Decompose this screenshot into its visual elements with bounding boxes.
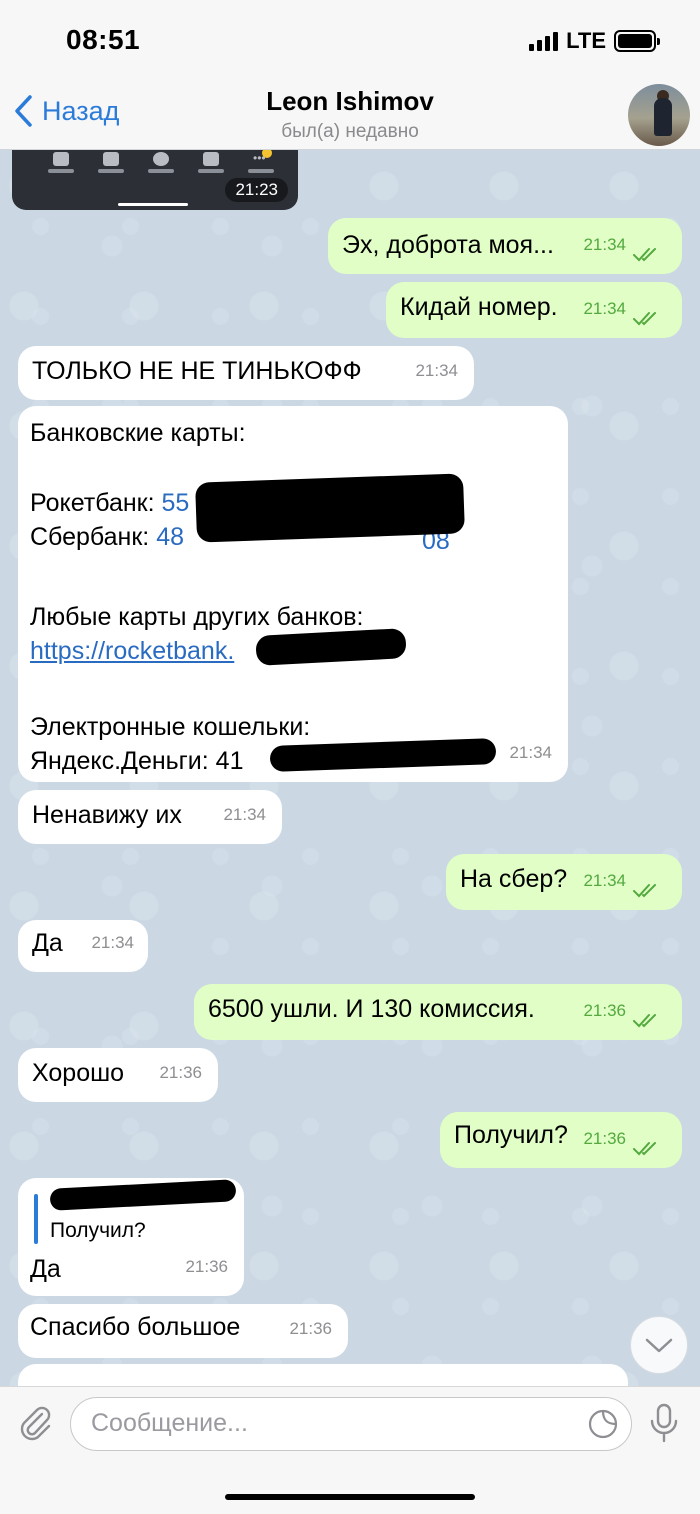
scroll-down-button[interactable]: [630, 1316, 688, 1374]
contact-info[interactable]: Leon Ishimov был(а) недавно: [150, 86, 550, 143]
reply-quote: Получил?: [50, 1219, 146, 1242]
redaction-mark: [195, 473, 465, 543]
sticker-icon[interactable]: [587, 1408, 619, 1440]
message-outgoing[interactable]: 6500 ушли. И 130 комиссия. 21:36: [194, 984, 682, 1040]
back-button[interactable]: Назад: [12, 94, 119, 128]
status-time: 08:51: [66, 24, 141, 55]
message-incoming[interactable]: Ненавижу их 21:34: [18, 790, 282, 844]
message-time: 21:36: [185, 1257, 228, 1276]
message-text: Банковские карты: Рокетбанк: 55 Сбербанк…: [30, 419, 364, 775]
image-message[interactable]: ••• 21:23: [12, 150, 298, 210]
message-outgoing[interactable]: На сбер? 21:34: [446, 854, 682, 910]
contact-name: Leon Ishimov: [266, 86, 434, 116]
message-time: 21:23: [225, 178, 288, 202]
signal-icon: [529, 31, 559, 51]
microphone-icon[interactable]: [648, 1403, 680, 1443]
message-incoming[interactable]: Получил? Да 21:36: [18, 1178, 244, 1296]
double-check-icon: [633, 1014, 656, 1028]
message-text: 6500 ушли. И 130 комиссия.: [208, 995, 535, 1023]
message-text: Хорошо: [32, 1059, 125, 1087]
message-incoming[interactable]: Хорошо 21:36: [18, 1048, 218, 1102]
message-outgoing[interactable]: Эх, доброта моя... 21:34: [328, 218, 682, 274]
message-incoming[interactable]: ТОЛЬКО НЕ НЕ ТИНЬКОФФ 21:34: [18, 346, 474, 400]
double-check-icon: [633, 312, 656, 326]
redaction-mark: [255, 628, 407, 666]
message-text: На сбер?: [460, 865, 568, 893]
message-text: Эх, доброта моя...: [342, 231, 554, 259]
network-label: LTE: [566, 28, 606, 53]
message-time: 21:34: [583, 871, 626, 890]
message-time: 21:36: [159, 1063, 202, 1082]
paperclip-icon[interactable]: [18, 1405, 54, 1441]
message-text: Кидай номер.: [400, 293, 558, 321]
double-check-icon: [633, 884, 656, 898]
back-label: Назад: [42, 95, 120, 126]
message-text: Ненавижу их: [32, 801, 182, 829]
message-text: Спасибо большое: [30, 1313, 241, 1341]
message-incoming[interactable]: Да 21:34: [18, 920, 148, 972]
battery-icon: [614, 30, 660, 52]
message-text: ТОЛЬКО НЕ НЕ ТИНЬКОФФ: [32, 357, 362, 385]
message-time: 21:36: [583, 1129, 626, 1148]
message-time: 21:34: [583, 235, 626, 254]
redaction-mark: [49, 1179, 237, 1211]
message-input[interactable]: Сообщение...: [70, 1397, 632, 1451]
status-indicators: LTE: [529, 28, 660, 54]
message-time: 21:34: [509, 743, 552, 762]
chat-area[interactable]: ••• 21:23 Эх, доброта моя... 21:34 Кидай…: [0, 150, 700, 1386]
contact-status: был(а) недавно: [281, 121, 419, 142]
message-time: 21:34: [91, 933, 134, 952]
message-placeholder: Сообщение...: [91, 1409, 248, 1437]
message-outgoing[interactable]: Кидай номер. 21:34: [386, 282, 682, 338]
message-text: Да: [32, 929, 63, 957]
message-text: Получил?: [454, 1121, 568, 1149]
message-incoming[interactable]: Спасибо большое 21:36: [18, 1304, 348, 1358]
message-outgoing[interactable]: Получил? 21:36: [440, 1112, 682, 1168]
double-check-icon: [633, 1142, 656, 1156]
image-preview: •••: [46, 152, 276, 173]
message-time: 21:34: [583, 299, 626, 318]
chat-header: Назад Leon Ishimov был(а) недавно: [0, 82, 700, 150]
home-indicator: [225, 1494, 475, 1500]
message-time: 21:34: [415, 361, 458, 380]
message-incoming[interactable]: Банковские карты: Рокетбанк: 55 Сбербанк…: [18, 406, 568, 782]
double-check-icon: [633, 248, 656, 262]
chevron-left-icon: [15, 95, 32, 127]
reply-indicator: [34, 1194, 38, 1244]
message-time: 21:36: [289, 1319, 332, 1338]
avatar[interactable]: [628, 84, 690, 146]
status-bar: 08:51 LTE: [0, 0, 700, 82]
chevron-down-icon: [645, 1338, 673, 1353]
message-text: Да: [30, 1255, 61, 1283]
message-time: 21:34: [223, 805, 266, 824]
message-incoming[interactable]: [18, 1364, 628, 1386]
message-time: 21:36: [583, 1001, 626, 1020]
